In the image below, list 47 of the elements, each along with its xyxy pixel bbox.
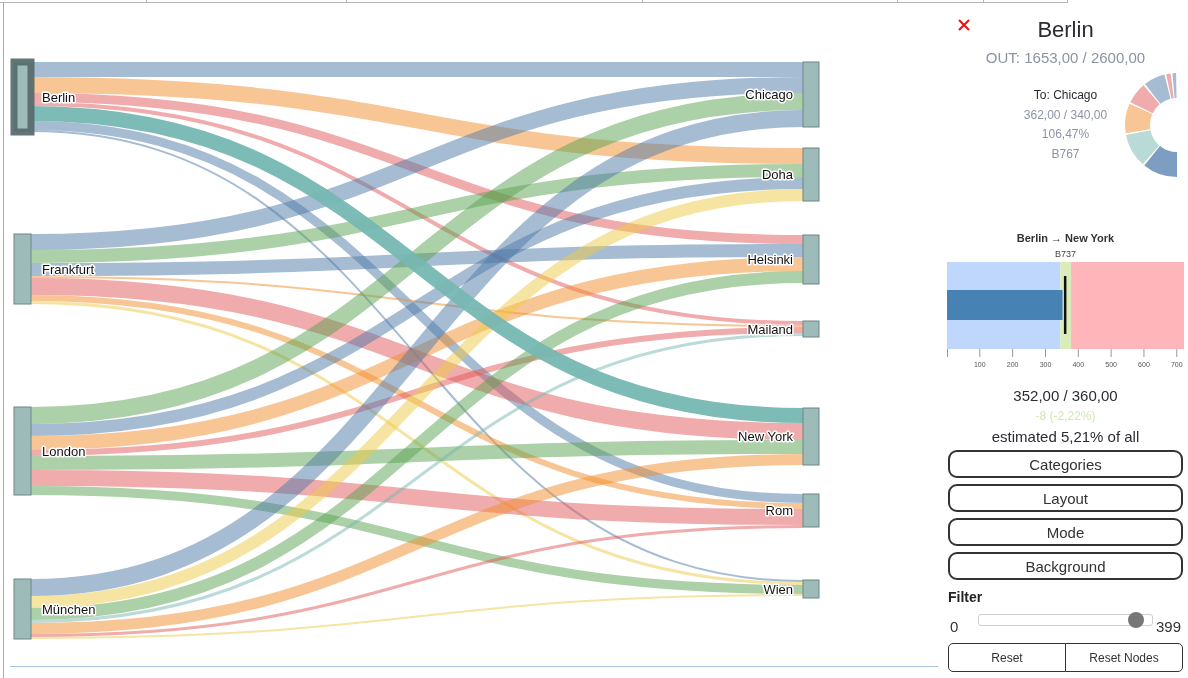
tooltip-destination: To: Chicago [1033, 87, 1098, 104]
slider-track[interactable] [978, 614, 1153, 626]
close-icon [958, 19, 970, 31]
tooltip-values: 362,00 / 340,00 [1023, 106, 1108, 124]
node-bar[interactable] [13, 578, 32, 640]
value-comparison: 352,00 / 360,00 [1012, 386, 1119, 406]
target-marker [1063, 276, 1067, 334]
node-label: New York [738, 429, 793, 444]
difference-text: -8 (-2,22%) [1034, 409, 1097, 423]
node-bar[interactable] [13, 233, 32, 305]
node-bar[interactable] [802, 493, 820, 528]
out-summary: OUT: 1653,00 / 2600,00 [984, 48, 1147, 68]
node-bar[interactable] [802, 579, 820, 599]
tooltip-percent: 106,47% [1041, 126, 1090, 143]
menu-button[interactable]: Categories [948, 450, 1183, 478]
chart-title: Berlin → New York [1015, 231, 1116, 245]
node-bar[interactable] [802, 234, 820, 285]
node-label: Doha [761, 167, 793, 182]
node-label: Frankfurt [42, 261, 94, 277]
node-label: Mailand [747, 321, 793, 337]
tooltip-aircraft: B767 [1051, 145, 1080, 163]
node-bar[interactable] [802, 407, 820, 466]
node-label: München [42, 601, 96, 617]
node-bar[interactable] [13, 406, 32, 496]
series-label: B737 [1054, 248, 1077, 260]
node-bar[interactable] [10, 58, 35, 136]
range-max: 399 [1155, 619, 1183, 635]
reset-nodes-button[interactable]: Reset Nodes [1065, 643, 1183, 672]
filter-label: Filter [947, 588, 984, 606]
node-label: Helsinki [747, 252, 793, 267]
close-button[interactable] [958, 19, 970, 31]
node-bar[interactable] [802, 147, 820, 202]
node-label: Chicago [745, 87, 793, 102]
range-min: 0 [949, 619, 960, 635]
node-label: Rom [765, 503, 793, 518]
node-bar[interactable] [802, 61, 820, 128]
share-text: estimated 5,21% of all [990, 428, 1141, 446]
node-label: London [42, 443, 86, 459]
menu-button[interactable]: Background [948, 552, 1183, 580]
node-label: Wien [763, 581, 793, 597]
menu-button[interactable]: Mode [948, 518, 1183, 546]
reset-button[interactable]: Reset [948, 643, 1066, 672]
slider-thumb[interactable] [1128, 612, 1145, 628]
node-bar[interactable] [802, 320, 820, 338]
menu-button[interactable]: Layout [948, 484, 1183, 512]
node-label: Berlin [42, 89, 76, 105]
panel-title: Berlin [1036, 16, 1095, 44]
